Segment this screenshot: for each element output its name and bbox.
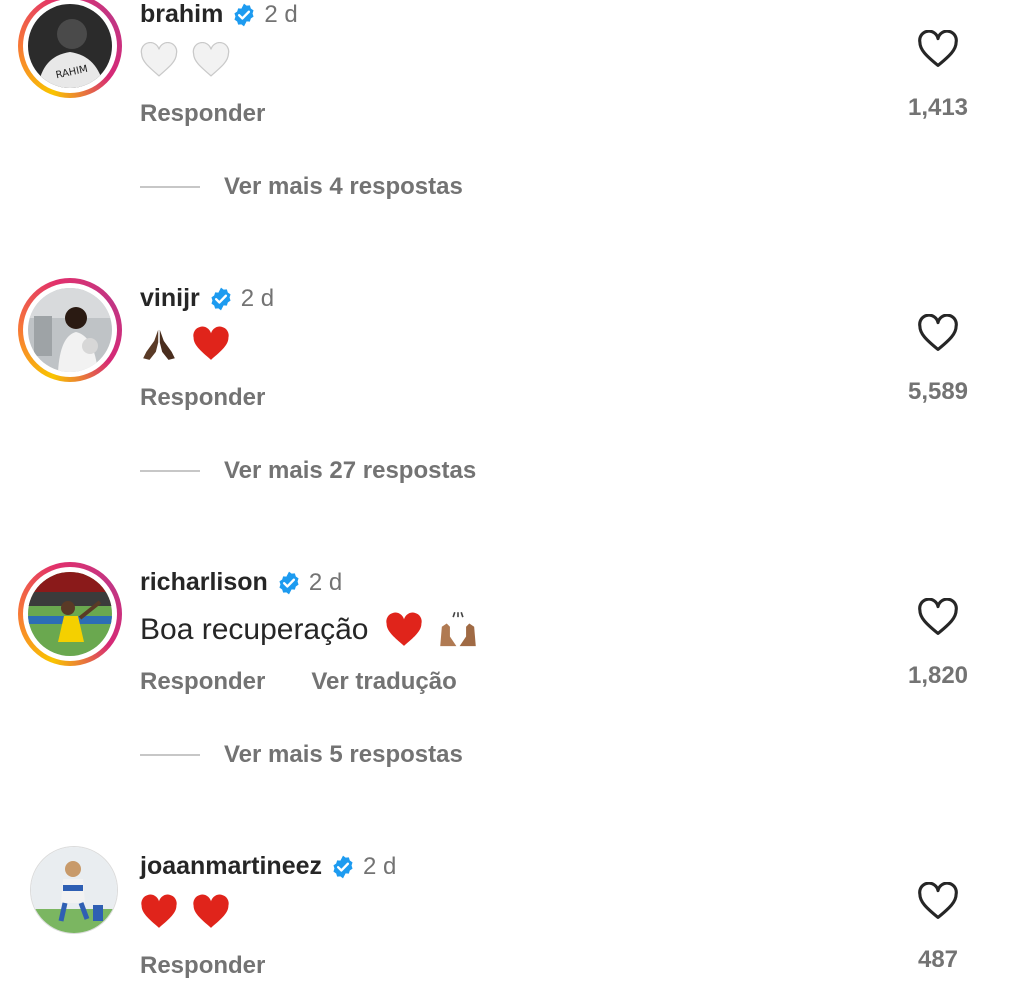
red-heart-icon (386, 612, 422, 646)
white-heart-icon (140, 42, 178, 77)
view-replies-button[interactable]: Ver mais 27 respostas (140, 457, 476, 485)
like-heart-icon[interactable] (917, 598, 959, 636)
reply-divider (140, 754, 200, 756)
reply-button[interactable]: Responder (140, 384, 265, 412)
reply-divider (140, 470, 200, 472)
avatar-story-ring[interactable] (18, 562, 122, 666)
avatar-story-ring[interactable] (18, 278, 122, 382)
timestamp: 2 d (363, 852, 397, 880)
see-translation-button[interactable]: Ver tradução (311, 668, 456, 696)
verified-badge-icon (333, 855, 353, 878)
timestamp: 2 d (264, 0, 298, 28)
avatar (28, 572, 112, 656)
avatar: RAHIM (28, 4, 112, 88)
comment-text (140, 326, 236, 362)
comment-text (140, 42, 236, 78)
like-heart-icon[interactable] (917, 314, 959, 352)
reply-divider (140, 186, 200, 188)
verified-badge-icon (279, 571, 299, 594)
like-count: 487 (917, 946, 959, 973)
timestamp: 2 d (308, 568, 343, 596)
username[interactable]: brahim (140, 0, 223, 29)
reply-button[interactable]: Responder (140, 100, 265, 128)
view-replies-button[interactable]: Ver mais 5 respostas (140, 741, 463, 769)
comment-text: Boa recuperação (140, 610, 485, 650)
comment-text (140, 894, 236, 930)
timestamp: 2 d (240, 284, 275, 312)
red-heart-icon (193, 326, 230, 360)
like-heart-icon[interactable] (917, 882, 959, 920)
view-replies-button[interactable]: Ver mais 4 respostas (140, 173, 463, 201)
red-heart-icon (141, 894, 177, 928)
like-count: 1,820 (907, 662, 969, 689)
like-count: 1,413 (907, 94, 969, 121)
raising-hands-icon (440, 611, 476, 647)
avatar-frame[interactable] (30, 846, 118, 934)
white-heart-icon (193, 42, 230, 77)
username[interactable]: richarlison (140, 568, 268, 597)
username[interactable]: joaanmartineez (140, 852, 322, 881)
folded-hands-icon (143, 329, 175, 360)
username[interactable]: vinijr (140, 284, 200, 313)
comment-text-content: Boa recuperação (140, 613, 369, 646)
avatar-story-ring[interactable]: RAHIM (18, 0, 122, 98)
reply-button[interactable]: Responder (140, 668, 265, 696)
verified-badge-icon (234, 3, 254, 26)
red-heart-icon (193, 894, 230, 928)
like-heart-icon[interactable] (917, 30, 959, 68)
view-replies-label: Ver mais 4 respostas (224, 173, 463, 200)
view-replies-label: Ver mais 5 respostas (224, 741, 463, 768)
like-count: 5,589 (907, 378, 969, 405)
view-replies-label: Ver mais 27 respostas (224, 457, 477, 484)
verified-badge-icon (211, 287, 231, 310)
reply-button[interactable]: Responder (140, 952, 265, 980)
avatar (31, 847, 117, 933)
avatar (28, 288, 112, 372)
